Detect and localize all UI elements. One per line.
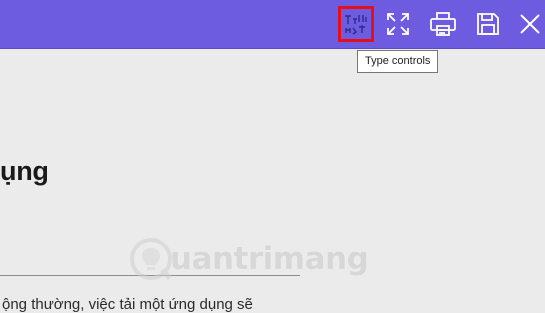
type-controls-tooltip: Type controls xyxy=(357,50,439,73)
fullscreen-button[interactable] xyxy=(380,6,416,42)
article-body-text: ộng thường, việc tải một ứng dụng sẽ xyxy=(2,296,253,313)
print-button[interactable] xyxy=(425,6,461,42)
reader-toolbar xyxy=(0,0,545,49)
watermark-text: uantrimang xyxy=(170,241,369,277)
fullscreen-icon xyxy=(387,13,409,35)
close-button[interactable] xyxy=(512,6,545,42)
close-icon xyxy=(520,14,540,34)
divider xyxy=(0,275,300,276)
type-controls-icon xyxy=(345,15,367,35)
save-button[interactable] xyxy=(470,6,506,42)
article-heading: ụng xyxy=(0,156,49,186)
save-icon xyxy=(477,13,499,35)
print-icon xyxy=(430,12,456,36)
type-controls-button[interactable] xyxy=(338,6,374,42)
